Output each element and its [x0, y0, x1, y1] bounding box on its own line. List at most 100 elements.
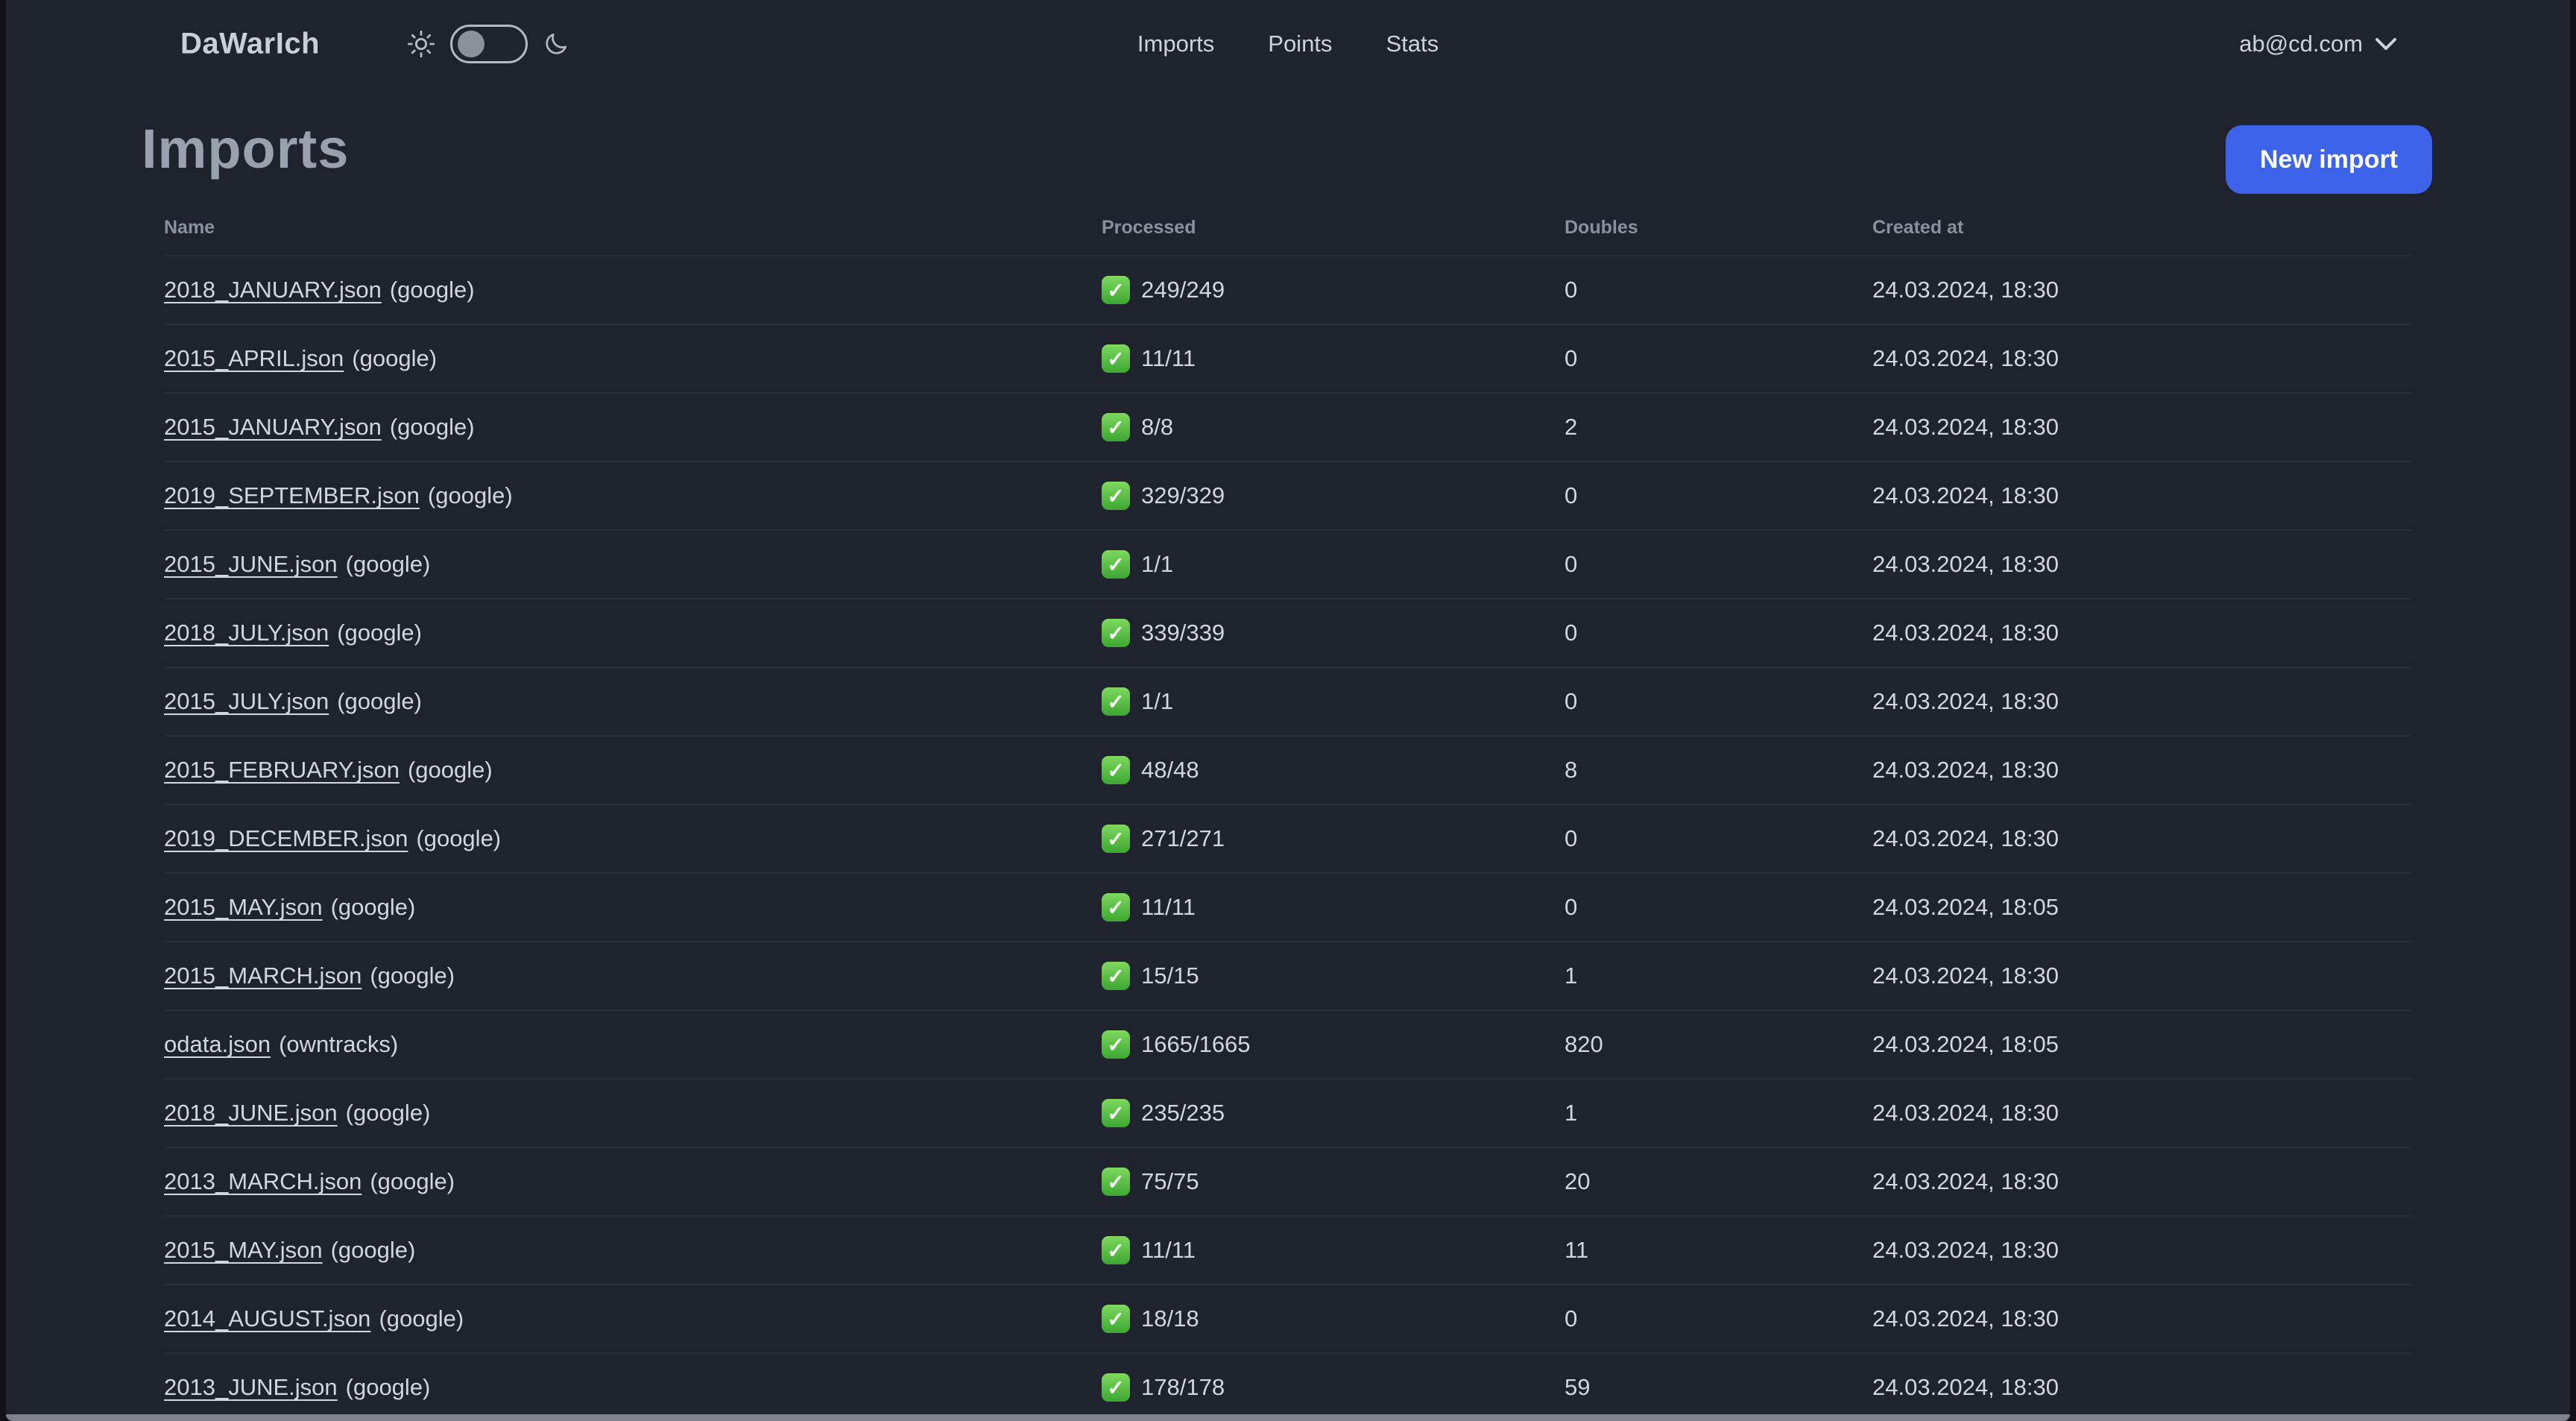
check-icon [1102, 413, 1130, 441]
name-cell: 2015_JULY.json (google) [164, 688, 1102, 715]
import-source-label: (google) [370, 962, 455, 989]
import-file-link[interactable]: 2015_FEBRUARY.json [164, 757, 400, 783]
doubles-cell: 1 [1565, 962, 1578, 989]
import-source-label: (google) [407, 757, 493, 783]
import-file-link[interactable]: 2015_JULY.json [164, 688, 329, 714]
table-row: odata.json (owntracks) 1665/1665 820 24.0… [164, 1009, 2412, 1078]
import-source-label: (google) [370, 1168, 455, 1194]
check-icon [1102, 1373, 1130, 1402]
processed-count: 11/11 [1141, 1237, 1196, 1263]
processed-cell: 339/339 [1102, 619, 1565, 647]
doubles-cell: 8 [1565, 757, 1578, 783]
import-file-link[interactable]: 2015_MARCH.json [164, 962, 362, 989]
account-menu[interactable]: ab@cd.com [2239, 31, 2397, 57]
check-icon [1102, 1030, 1130, 1059]
name-cell: 2015_APRIL.json (google) [164, 345, 1102, 372]
created-at-cell: 24.03.2024, 18:30 [1872, 1305, 2059, 1332]
processed-count: 271/271 [1141, 825, 1225, 851]
processed-count: 75/75 [1141, 1168, 1199, 1194]
name-cell: 2018_JUNE.json (google) [164, 1100, 1102, 1127]
check-icon [1102, 550, 1130, 579]
processed-count: 11/11 [1141, 345, 1196, 371]
new-import-button[interactable]: New import [2225, 125, 2432, 194]
doubles-cell: 0 [1565, 620, 1578, 646]
doubles-cell: 0 [1565, 1305, 1578, 1332]
processed-count: 1/1 [1141, 688, 1174, 714]
processed-count: 11/11 [1141, 894, 1196, 920]
page-header: Imports New import [6, 88, 2570, 200]
processed-count: 235/235 [1141, 1100, 1225, 1126]
import-file-link[interactable]: 2015_APRIL.json [164, 345, 344, 371]
processed-count: 329/329 [1141, 482, 1225, 508]
import-file-link[interactable]: odata.json [164, 1031, 271, 1057]
import-file-link[interactable]: 2018_JUNE.json [164, 1100, 338, 1126]
import-file-link[interactable]: 2019_DECEMBER.json [164, 825, 408, 851]
nav-link-imports[interactable]: Imports [1137, 31, 1214, 57]
imports-table: Name Processed Doubles Created at 2018_J… [164, 200, 2412, 1421]
check-icon [1102, 825, 1130, 853]
processed-cell: 11/11 [1102, 893, 1565, 921]
import-file-link[interactable]: 2015_MAY.json [164, 894, 323, 920]
doubles-cell: 2 [1565, 414, 1578, 440]
processed-cell: 8/8 [1102, 413, 1565, 441]
processed-count: 1665/1665 [1141, 1031, 1251, 1057]
doubles-cell: 0 [1565, 482, 1578, 508]
created-at-cell: 24.03.2024, 18:30 [1872, 688, 2059, 714]
name-cell: 2015_FEBRUARY.json (google) [164, 757, 1102, 784]
import-file-link[interactable]: 2013_MARCH.json [164, 1168, 362, 1194]
import-file-link[interactable]: 2019_SEPTEMBER.json [164, 482, 420, 508]
table-row: 2015_APRIL.json (google) 11/11 0 24.03.20… [164, 324, 2412, 392]
import-file-link[interactable]: 2014_AUGUST.json [164, 1305, 370, 1332]
name-cell: 2013_MARCH.json (google) [164, 1168, 1102, 1195]
name-cell: 2015_MAY.json (google) [164, 1237, 1102, 1264]
processed-cell: 11/11 [1102, 344, 1565, 373]
column-header-doubles: Doubles [1565, 216, 1638, 238]
table-row: 2019_SEPTEMBER.json (google) 329/329 0 24… [164, 461, 2412, 529]
table-row: 2015_JANUARY.json (google) 8/8 2 24.03.20… [164, 392, 2412, 461]
created-at-cell: 24.03.2024, 18:30 [1872, 1374, 2059, 1400]
table-header-row: Name Processed Doubles Created at [164, 200, 2412, 255]
processed-cell: 178/178 [1102, 1373, 1565, 1402]
theme-toggle[interactable] [450, 25, 528, 63]
import-file-link[interactable]: 2015_JUNE.json [164, 551, 338, 577]
moon-icon [543, 31, 569, 57]
created-at-cell: 24.03.2024, 18:30 [1872, 1237, 2059, 1263]
created-at-cell: 24.03.2024, 18:30 [1872, 482, 2059, 508]
processed-count: 249/249 [1141, 277, 1225, 303]
processed-cell: 271/271 [1102, 825, 1565, 853]
check-icon [1102, 1305, 1130, 1333]
processed-cell: 1/1 [1102, 687, 1565, 716]
processed-cell: 48/48 [1102, 756, 1565, 784]
theme-switcher [407, 25, 569, 63]
check-icon [1102, 1236, 1130, 1264]
doubles-cell: 0 [1565, 688, 1578, 714]
processed-cell: 18/18 [1102, 1305, 1565, 1333]
import-source-label: (google) [352, 345, 438, 371]
main-nav: Imports Points Stats [1137, 31, 1439, 57]
import-file-link[interactable]: 2018_JULY.json [164, 620, 329, 646]
import-file-link[interactable]: 2015_JANUARY.json [164, 414, 382, 440]
created-at-cell: 24.03.2024, 18:30 [1872, 1100, 2059, 1126]
import-source-label: (google) [345, 551, 431, 577]
import-file-link[interactable]: 2013_JUNE.json [164, 1374, 338, 1400]
import-source-label: (google) [345, 1100, 431, 1126]
check-icon [1102, 893, 1130, 921]
table-row: 2015_JULY.json (google) 1/1 0 24.03.2024,… [164, 667, 2412, 735]
column-header-created-at: Created at [1872, 216, 1964, 238]
processed-cell: 329/329 [1102, 482, 1565, 510]
import-file-link[interactable]: 2018_JANUARY.json [164, 277, 382, 303]
import-file-link[interactable]: 2015_MAY.json [164, 1237, 323, 1263]
processed-count: 1/1 [1141, 551, 1174, 577]
app-logo[interactable]: DaWarIch [180, 28, 320, 61]
nav-link-points[interactable]: Points [1268, 31, 1332, 57]
check-icon [1102, 619, 1130, 647]
table-row: 2015_FEBRUARY.json (google) 48/48 8 24.03… [164, 735, 2412, 804]
column-header-processed: Processed [1102, 216, 1196, 238]
nav-link-stats[interactable]: Stats [1386, 31, 1439, 57]
doubles-cell: 0 [1565, 551, 1578, 577]
created-at-cell: 24.03.2024, 18:30 [1872, 757, 2059, 783]
processed-count: 178/178 [1141, 1374, 1225, 1400]
created-at-cell: 24.03.2024, 18:30 [1872, 962, 2059, 989]
created-at-cell: 24.03.2024, 18:05 [1872, 1031, 2059, 1057]
app-window: DaWarIch Imports Points Stats ab@cd.com … [6, 0, 2570, 1421]
